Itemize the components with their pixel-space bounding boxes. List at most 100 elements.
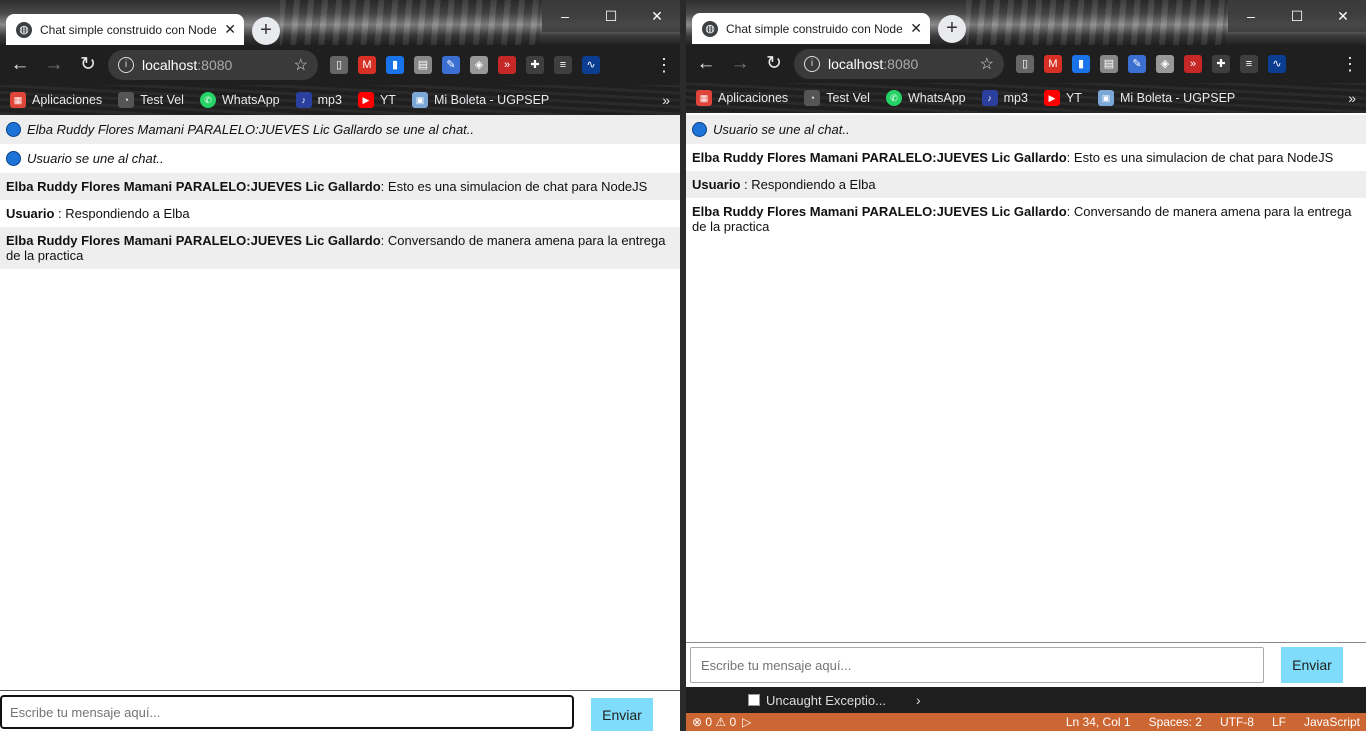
fast-forward-icon[interactable]: » [498, 56, 516, 74]
message-composer: Enviar [686, 643, 1366, 687]
message-input[interactable] [690, 647, 1264, 683]
message-author: Elba Ruddy Flores Mamani PARALELO:JUEVES… [692, 150, 1067, 165]
play-icon[interactable]: ▷ [742, 715, 751, 729]
bookmark-yt[interactable]: ▶ YT [357, 92, 396, 108]
new-tab-button[interactable]: + [252, 17, 280, 45]
fast-forward-icon[interactable]: » [1184, 55, 1202, 73]
info-icon[interactable]: i [804, 56, 820, 72]
close-window-button[interactable]: ✕ [634, 0, 680, 32]
kebab-menu-icon[interactable]: ⋮ [654, 55, 674, 76]
close-tab-icon[interactable]: ✕ [910, 20, 922, 37]
send-button[interactable]: Enviar [591, 698, 653, 731]
music-icon: ♪ [981, 90, 998, 106]
user-status-icon [6, 122, 21, 137]
minimize-button[interactable]: – [542, 0, 588, 32]
user-status-icon [6, 151, 21, 166]
bookmark-star-icon[interactable]: ☆ [980, 54, 994, 74]
bookmark-mp3[interactable]: ♪ mp3 [981, 90, 1028, 106]
title-bar: ◍ Chat simple construido con NodeJS ✕ + … [0, 0, 680, 45]
bookmark-mi-boleta[interactable]: ▣ Mi Boleta - UGPSEP [1097, 90, 1235, 106]
browser-toolbar: ← → ↻ i localhost:8080 ☆ ▯ M ▮ ▤ ✎ ◈ » ✚… [0, 45, 680, 85]
bookmark-apps[interactable]: ▦ Aplicaciones [696, 90, 788, 106]
waveform-icon[interactable]: ∿ [1268, 55, 1286, 73]
cursor-position[interactable]: Ln 34, Col 1 [1066, 715, 1131, 729]
kebab-menu-icon[interactable]: ⋮ [1340, 54, 1360, 75]
extension-icon[interactable]: ▯ [1016, 55, 1034, 73]
line-ending[interactable]: LF [1272, 715, 1286, 729]
mega-icon[interactable]: M [358, 56, 376, 74]
puzzle-icon[interactable]: ✚ [1212, 55, 1230, 73]
minimize-button[interactable]: – [1228, 0, 1274, 32]
forward-icon[interactable]: → [726, 50, 754, 78]
send-button[interactable]: Enviar [1281, 647, 1343, 683]
message-author: Elba Ruddy Flores Mamani PARALELO:JUEVES… [6, 179, 381, 194]
bookmark-test-vel[interactable]: ◔ Test Vel [804, 90, 870, 106]
media-queue-icon[interactable]: ≡ [1240, 55, 1258, 73]
language-mode[interactable]: JavaScript [1304, 715, 1360, 729]
bookmark-yt[interactable]: ▶ YT [1043, 90, 1082, 106]
message-composer: Enviar [0, 693, 680, 731]
cast-icon[interactable]: ▤ [1100, 55, 1118, 73]
reload-icon[interactable]: ↻ [760, 50, 788, 78]
close-window-button[interactable]: ✕ [1320, 0, 1366, 32]
close-tab-icon[interactable]: ✕ [224, 21, 236, 38]
encoding[interactable]: UTF-8 [1220, 715, 1254, 729]
problems-indicator[interactable]: ⊗ 0 ⚠ 0 [692, 715, 736, 729]
bookmark-ext-icon[interactable]: ▮ [1072, 55, 1090, 73]
back-icon[interactable]: ← [692, 50, 720, 78]
bookmark-mi-boleta[interactable]: ▣ Mi Boleta - UGPSEP [411, 92, 549, 108]
breakpoint-checkbox[interactable] [748, 694, 760, 706]
document-icon: ▣ [1097, 90, 1114, 106]
bookmark-whatsapp[interactable]: ✆ WhatsApp [199, 92, 280, 108]
info-icon[interactable]: i [118, 57, 134, 73]
window-controls: – ☐ ✕ [1228, 0, 1366, 32]
extension-icon[interactable]: ▯ [330, 56, 348, 74]
message-text: Esto es una simulacion de chat para Node… [1073, 150, 1334, 165]
more-bookmarks-icon[interactable]: » [1348, 90, 1356, 106]
browser-tab[interactable]: ◍ Chat simple construido con NodeJS ✕ [6, 14, 244, 45]
chevron-right-icon[interactable]: › [916, 692, 921, 708]
url-host: localhost [828, 56, 884, 72]
bookmark-ext-icon[interactable]: ▮ [386, 56, 404, 74]
chat-message: Elba Ruddy Flores Mamani PARALELO:JUEVES… [0, 227, 680, 269]
puzzle-icon[interactable]: ✚ [526, 56, 544, 74]
status-items: Ln 34, Col 1 Spaces: 2 UTF-8 LF JavaScri… [1066, 715, 1360, 729]
url-port: :8080 [197, 57, 233, 73]
browser-tab[interactable]: ◍ Chat simple construido con NodeJS ✕ [692, 13, 930, 44]
waveform-icon[interactable]: ∿ [582, 56, 600, 74]
extensions-bar: ▯ M ▮ ▤ ✎ ◈ » ✚ ≡ ∿ [1016, 55, 1286, 73]
apps-grid-icon: ▦ [10, 92, 26, 108]
whatsapp-icon: ✆ [199, 92, 216, 108]
new-tab-button[interactable]: + [938, 15, 966, 43]
forward-icon[interactable]: → [40, 51, 68, 79]
message-author: Elba Ruddy Flores Mamani PARALELO:JUEVES… [692, 204, 1067, 219]
document-icon: ▣ [411, 92, 428, 108]
message-author: Elba Ruddy Flores Mamani PARALELO:JUEVES… [6, 233, 381, 248]
reload-icon[interactable]: ↻ [74, 51, 102, 79]
cast-icon[interactable]: ▤ [414, 56, 432, 74]
shield-icon[interactable]: ◈ [1156, 55, 1174, 73]
back-icon[interactable]: ← [6, 51, 34, 79]
shield-icon[interactable]: ◈ [470, 56, 488, 74]
mega-icon[interactable]: M [1044, 55, 1062, 73]
bookmark-test-vel[interactable]: ◔ Test Vel [118, 92, 184, 108]
message-input[interactable] [0, 695, 574, 729]
pen-icon[interactable]: ✎ [1128, 55, 1146, 73]
globe-icon: ◍ [702, 20, 718, 37]
bookmark-apps[interactable]: ▦ Aplicaciones [10, 92, 102, 108]
pen-icon[interactable]: ✎ [442, 56, 460, 74]
maximize-button[interactable]: ☐ [1274, 0, 1320, 32]
indentation[interactable]: Spaces: 2 [1149, 715, 1202, 729]
maximize-button[interactable]: ☐ [588, 0, 634, 32]
chat-messages: Elba Ruddy Flores Mamani PARALELO:JUEVES… [0, 115, 680, 691]
chat-event: Elba Ruddy Flores Mamani PARALELO:JUEVES… [0, 115, 680, 144]
bookmark-star-icon[interactable]: ☆ [294, 55, 308, 75]
address-bar[interactable]: i localhost:8080 ☆ [794, 49, 1004, 79]
more-bookmarks-icon[interactable]: » [662, 92, 670, 108]
bookmark-mp3[interactable]: ♪ mp3 [295, 92, 342, 108]
chat-message: Elba Ruddy Flores Mamani PARALELO:JUEVES… [692, 150, 1334, 165]
whatsapp-icon: ✆ [885, 90, 902, 106]
address-bar[interactable]: i localhost:8080 ☆ [108, 50, 318, 80]
media-queue-icon[interactable]: ≡ [554, 56, 572, 74]
bookmark-whatsapp[interactable]: ✆ WhatsApp [885, 90, 966, 106]
